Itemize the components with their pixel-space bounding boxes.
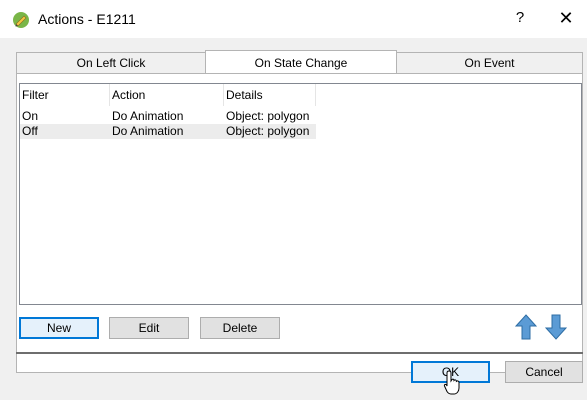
edit-button[interactable]: Edit	[109, 317, 189, 339]
cell-details: Object: polygon	[226, 109, 310, 123]
separator	[16, 352, 583, 354]
cell-details: Object: polygon	[226, 124, 310, 138]
list-header: Filter Action Details	[20, 84, 316, 106]
app-pencil-icon	[13, 12, 29, 28]
title-bar: Actions - E1211 ? ✕	[0, 0, 587, 38]
actions-list[interactable]: Filter Action Details On Do Animation Ob…	[19, 83, 582, 305]
cell-action: Do Animation	[112, 124, 184, 138]
tab-panel: Filter Action Details On Do Animation Ob…	[16, 73, 583, 373]
cell-filter: Off	[22, 124, 38, 138]
tab-bar: On Left Click On State Change On Event	[16, 50, 584, 75]
new-button[interactable]: New	[19, 317, 99, 339]
column-header-details[interactable]: Details	[224, 84, 316, 106]
column-header-action[interactable]: Action	[110, 84, 224, 106]
help-button[interactable]: ?	[510, 9, 530, 26]
tab-on-state-change[interactable]: On State Change	[205, 50, 397, 75]
close-button[interactable]: ✕	[555, 8, 577, 29]
arrow-down-icon[interactable]	[545, 314, 567, 340]
tab-on-left-click[interactable]: On Left Click	[16, 52, 206, 73]
window-title: Actions - E1211	[38, 11, 136, 27]
cell-filter: On	[22, 109, 39, 123]
cell-action: Do Animation	[112, 109, 184, 123]
delete-button[interactable]: Delete	[200, 317, 280, 339]
table-row[interactable]: On Do Animation Object: polygon	[20, 109, 316, 124]
table-row[interactable]: Off Do Animation Object: polygon	[20, 124, 316, 139]
arrow-up-icon[interactable]	[515, 314, 537, 340]
mouse-cursor-icon	[443, 370, 460, 395]
cancel-button[interactable]: Cancel	[505, 361, 583, 383]
column-header-filter[interactable]: Filter	[20, 84, 110, 106]
tab-on-event[interactable]: On Event	[396, 52, 583, 73]
